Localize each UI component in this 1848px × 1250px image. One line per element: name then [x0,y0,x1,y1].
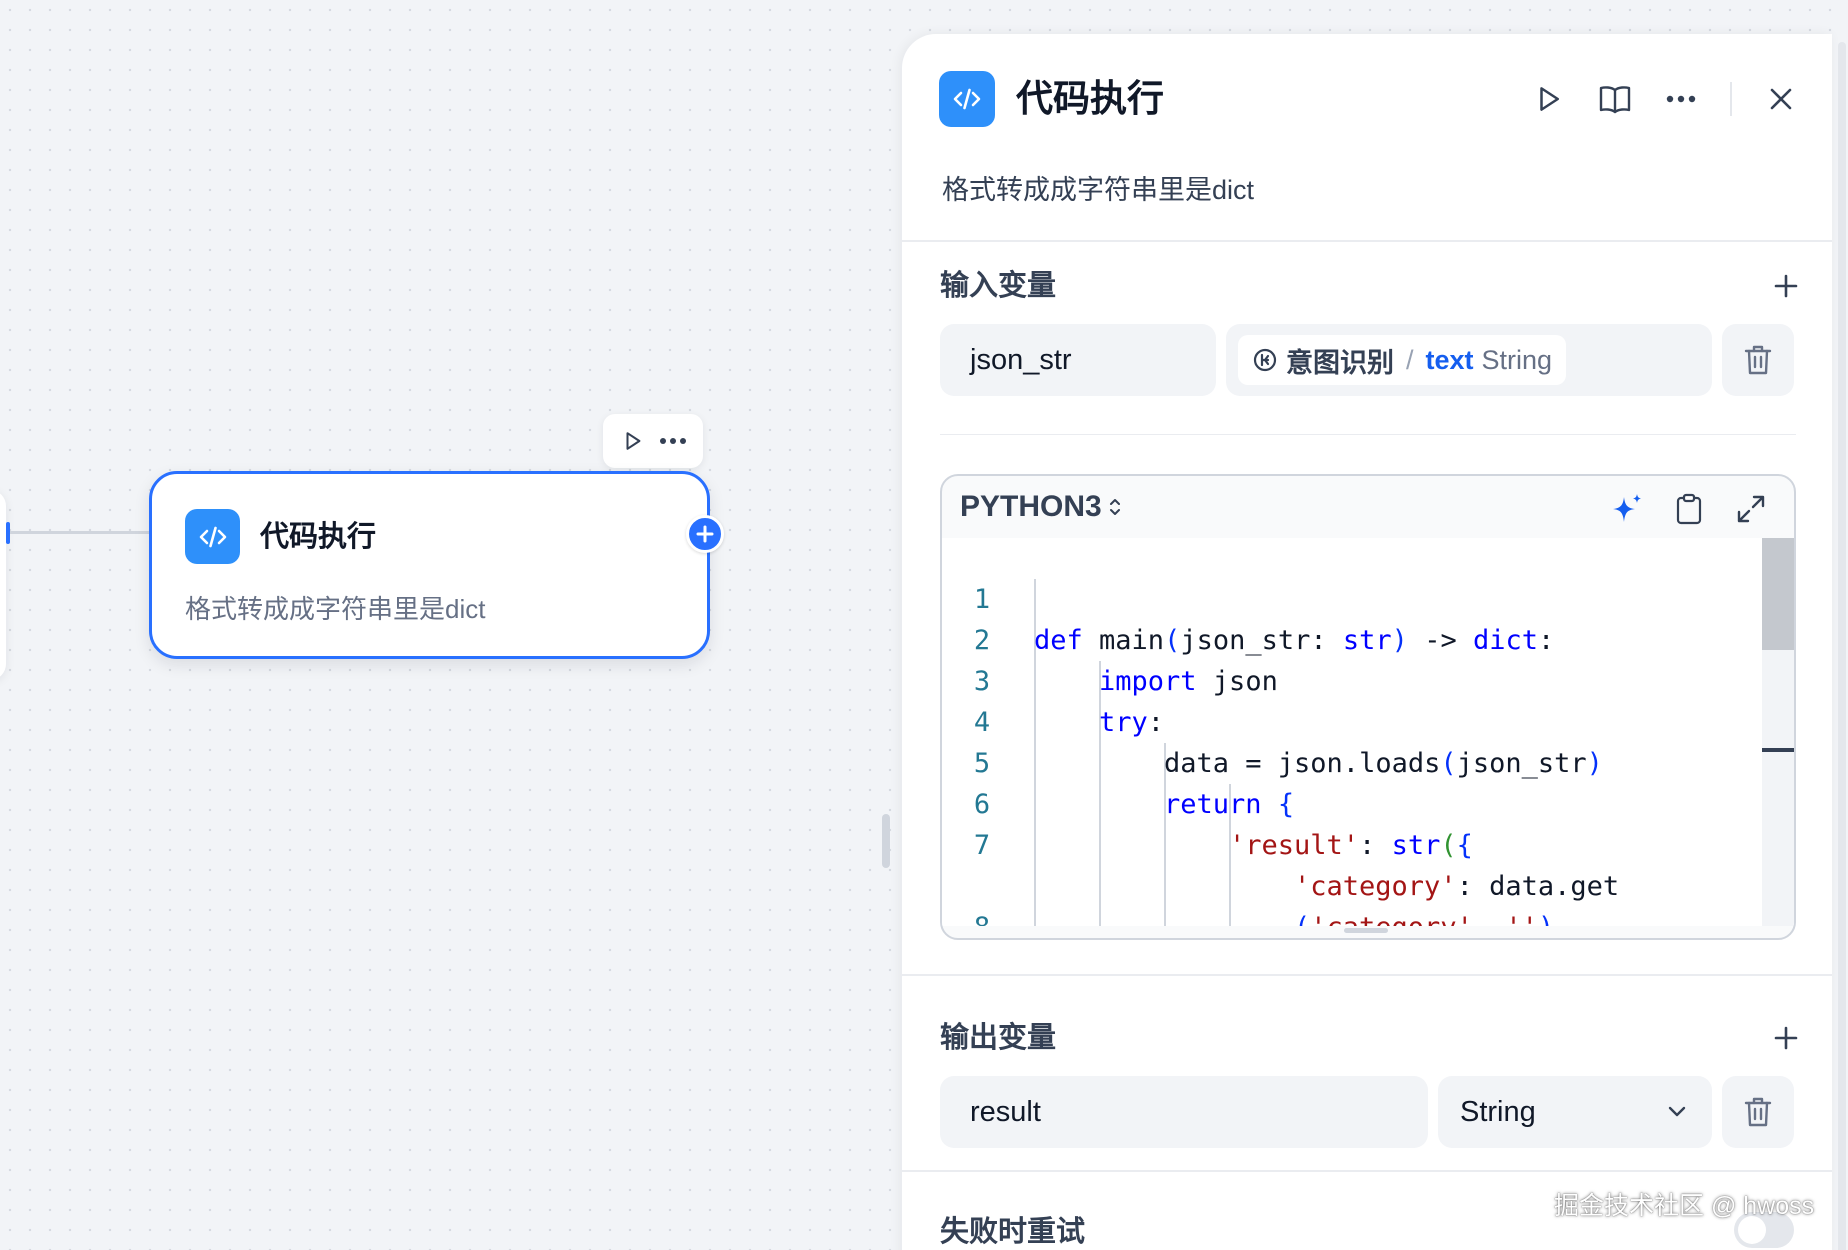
code-line: 4 data = json.loads(json_str) [973,707,1603,779]
output-variable-type: String [1460,1095,1536,1128]
editor-tools [1606,488,1772,530]
editor-header: PYTHON3 [942,476,1794,538]
previous-node-card[interactable] [0,490,6,680]
reference-variable-name: text [1425,344,1474,375]
add-input-variable-button[interactable] [1764,264,1808,308]
code-icon [185,509,240,564]
reference-variable-type: String [1481,344,1553,375]
book-icon [1599,86,1631,114]
clipboard-icon [1676,493,1702,525]
input-variables-label: 输入变量 [940,270,1057,302]
plus-icon [696,525,714,543]
output-variable-name: result [970,1095,1041,1128]
workflow-canvas[interactable]: 代码执行 格式转成成字符串里是dict [0,0,900,1250]
node-description: 格式转成成字符串里是dict [185,594,486,624]
code-line: 7 'category': data.get [973,830,1620,902]
more-options-button[interactable] [1654,72,1708,126]
panel-description[interactable]: 格式转成成字符串里是dict [942,168,1254,212]
input-variable-name-field[interactable]: json_str [940,324,1216,396]
run-step-button[interactable] [1522,72,1576,126]
code-text-area[interactable]: 1 def main(json_str: str) -> dict: 2 imp… [942,538,1794,926]
code-line: 1 def main(json_str: str) -> dict: [973,584,1555,656]
code-line: 8 'subCategory': data.get [942,866,1072,926]
panel-resize-handle[interactable] [882,814,890,868]
output-variable-name-field[interactable]: result [940,1076,1428,1148]
section-divider [902,240,1832,242]
panel-title[interactable]: 代码执行 [1016,74,1164,124]
panel-scrollbar[interactable] [1838,42,1846,1250]
chevron-down-icon [1668,1106,1686,1117]
delete-output-variable-button[interactable] [1722,1076,1794,1148]
play-icon [626,432,641,450]
editor-scroll-thumb[interactable] [1762,538,1794,650]
plus-icon [1774,274,1798,298]
node-toolbar [603,414,703,468]
more-icon [1666,95,1696,103]
output-variables-label: 输出变量 [940,1022,1057,1054]
retry-on-failure-label: 失败时重试 [940,1216,1086,1248]
code-line: 2 import json [973,625,1278,697]
more-icon [660,438,686,444]
edge-target-handle[interactable] [6,522,10,544]
code-line: 3 try: [973,666,1165,738]
delete-input-variable-button[interactable] [1722,324,1794,396]
plus-icon [1774,1026,1798,1050]
ai-generate-button[interactable] [1606,488,1648,530]
selector-icon [1109,499,1120,515]
output-variable-type-select[interactable]: String [1438,1076,1712,1148]
section-divider [902,974,1832,976]
trash-icon [1744,1097,1772,1127]
copy-code-button[interactable] [1668,488,1710,530]
node-run-button[interactable] [615,423,651,459]
path-separator: / [1406,344,1414,375]
reference-node-name: 意图识别 [1286,347,1394,378]
section-divider [902,1170,1832,1172]
editor-scroll-marker [1762,748,1794,752]
add-next-node-button[interactable] [686,515,724,553]
language-selector[interactable]: PYTHON3 [960,490,1122,524]
node-more-button[interactable] [655,423,691,459]
language-label: PYTHON3 [960,490,1102,523]
toolbar-divider [1730,82,1732,116]
code-editor[interactable]: PYTHON3 1 def main(json_str: str) -> dic… [940,474,1796,940]
node-config-panel: 代码执行 格式转成成字符串里是dict 输入变量 json_str 意图识别 /… [902,34,1846,1250]
panel-actions [1522,72,1808,126]
add-output-variable-button[interactable] [1764,1016,1808,1060]
node-ref-icon [1253,348,1277,372]
section-divider [940,434,1796,435]
sparkle-icon [1613,494,1641,522]
editor-resize-handle[interactable] [1344,928,1388,933]
connection-edge[interactable] [8,531,150,534]
code-line: ('category', ''), [942,825,1570,926]
play-icon [1540,87,1559,111]
editor-vertical-scrollbar[interactable] [1762,538,1794,926]
trash-icon [1744,345,1772,375]
expand-editor-button[interactable] [1730,488,1772,530]
code-icon [939,71,995,127]
code-line: 6 'result': str({ [973,789,1473,861]
expand-icon [1737,495,1765,523]
close-panel-button[interactable] [1754,72,1808,126]
close-icon [1770,88,1792,110]
variable-reference-chip[interactable]: 意图识别 / text String [1238,335,1567,385]
help-docs-button[interactable] [1588,72,1642,126]
node-title: 代码执行 [260,521,377,553]
code-node-card[interactable]: 代码执行 格式转成成字符串里是dict [149,471,710,659]
input-variable-name: json_str [970,343,1072,376]
watermark: 掘金技术社区 @ hwoss [1554,1192,1815,1220]
code-line: 5 return { [973,748,1295,820]
input-variable-reference-field[interactable]: 意图识别 / text String [1226,324,1712,396]
